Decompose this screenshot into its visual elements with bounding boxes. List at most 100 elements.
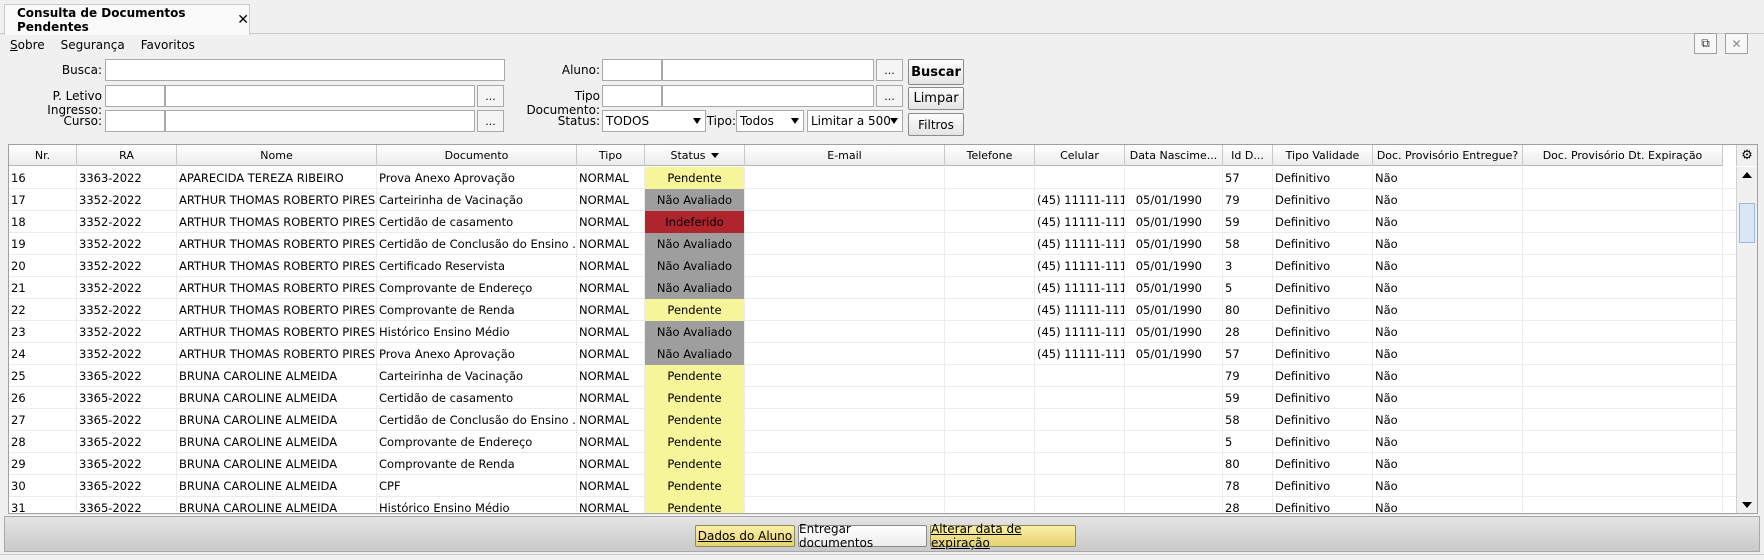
cell-doc: Histórico Ensino Médio — [377, 321, 577, 343]
entregar-documentos-button[interactable]: Entregar documentos — [798, 522, 927, 550]
table-row[interactable]: 29 3365-2022 BRUNA CAROLINE ALMEIDA Comprov… — [9, 453, 1737, 475]
cell-entregue: Não — [1373, 343, 1523, 365]
close-window-icon[interactable]: ✕ — [1725, 33, 1748, 54]
cell-nome: BRUNA CAROLINE ALMEIDA — [177, 387, 377, 409]
table-row[interactable]: 24 3352-2022 ARTHUR THOMAS ROBERTO PIRES Pr… — [9, 343, 1737, 365]
header-doc-provisorio-entregue[interactable]: Doc. Provisório Entregue? — [1373, 145, 1523, 166]
curso-code-input[interactable] — [105, 110, 165, 132]
tipo-select[interactable]: Todos — [736, 110, 804, 132]
cell-nasc: 05/01/1990 — [1125, 211, 1223, 233]
tipodoc-code-input[interactable] — [602, 85, 662, 107]
header-id-documento[interactable]: Id D... — [1223, 145, 1273, 166]
header-email[interactable]: E-mail — [745, 145, 945, 166]
status-select-value: TODOS — [606, 114, 650, 128]
cell-id: 79 — [1223, 189, 1273, 211]
cell-cel: (45) 11111-1111 — [1035, 299, 1125, 321]
header-telefone[interactable]: Telefone — [945, 145, 1035, 166]
cell-ra: 3365-2022 — [77, 409, 177, 431]
cell-doc: Comprovante de Renda — [377, 299, 577, 321]
cell-exp — [1523, 365, 1723, 387]
header-tipo[interactable]: Tipo — [577, 145, 645, 166]
tab-consulta-documentos[interactable]: Consulta de Documentos Pendentes ✕ — [4, 4, 250, 35]
header-tipo-validade[interactable]: Tipo Validade — [1273, 145, 1373, 166]
letivo-code-input[interactable] — [105, 85, 165, 107]
aluno-desc-input[interactable] — [662, 59, 874, 81]
aluno-code-input[interactable] — [602, 59, 662, 81]
status-badge: Não Avaliado — [645, 255, 745, 277]
cell-val: Definitivo — [1273, 431, 1373, 453]
scroll-down-icon[interactable] — [1737, 497, 1757, 513]
limite-select[interactable]: Limitar a 500 — [807, 110, 903, 132]
cell-entregue: Não — [1373, 299, 1523, 321]
header-celular[interactable]: Celular — [1035, 145, 1125, 166]
table-row[interactable]: 31 3365-2022 BRUNA CAROLINE ALMEIDA Históri… — [9, 497, 1737, 513]
cell-tel — [945, 321, 1035, 343]
header-documento-label: Documento — [444, 149, 509, 162]
dados-aluno-button[interactable]: Dados do Aluno — [695, 525, 795, 547]
cell-email — [745, 299, 945, 321]
cell-id: 59 — [1223, 387, 1273, 409]
header-tipo-label: Tipo — [598, 149, 623, 162]
letivo-desc-input[interactable] — [165, 85, 475, 107]
table-row[interactable]: 16 3363-2022 APARECIDA TEREZA RIBEIRO Prova… — [9, 167, 1737, 189]
cell-exp — [1523, 211, 1723, 233]
filtros-button[interactable]: Filtros — [908, 113, 964, 136]
dados-aluno-label: Dados do Aluno — [697, 529, 793, 543]
table-row[interactable]: 21 3352-2022 ARTHUR THOMAS ROBERTO PIRES Co… — [9, 277, 1737, 299]
cell-email — [745, 365, 945, 387]
table-row[interactable]: 26 3365-2022 BRUNA CAROLINE ALMEIDA Certidã… — [9, 387, 1737, 409]
menu-favoritos[interactable]: Favoritos — [141, 38, 195, 52]
tipodoc-desc-input[interactable] — [662, 85, 874, 107]
header-data-nascimento[interactable]: Data Nascime... — [1125, 145, 1223, 166]
cell-tel — [945, 167, 1035, 189]
table-row[interactable]: 25 3365-2022 BRUNA CAROLINE ALMEIDA Carteir… — [9, 365, 1737, 387]
limpar-button[interactable]: Limpar — [908, 87, 964, 110]
header-doc-provisorio-expiracao[interactable]: Doc. Provisório Dt. Expiração — [1523, 145, 1723, 166]
tipodoc-lookup-button[interactable]: ... — [876, 85, 903, 107]
table-row[interactable]: 19 3352-2022 ARTHUR THOMAS ROBERTO PIRES Ce… — [9, 233, 1737, 255]
header-telefone-label: Telefone — [966, 149, 1013, 162]
scroll-thumb[interactable] — [1739, 203, 1755, 243]
header-nr[interactable]: Nr. — [9, 145, 77, 166]
header-documento[interactable]: Documento — [377, 145, 577, 166]
table-row[interactable]: 28 3365-2022 BRUNA CAROLINE ALMEIDA Comprov… — [9, 431, 1737, 453]
alterar-data-expiracao-button[interactable]: Alterar data de expiração — [930, 522, 1076, 550]
cell-id: 5 — [1223, 431, 1273, 453]
cell-nr: 19 — [9, 233, 77, 255]
cell-nr: 31 — [9, 497, 77, 513]
aluno-lookup-button[interactable]: ... — [876, 59, 903, 81]
table-row[interactable]: 23 3352-2022 ARTHUR THOMAS ROBERTO PIRES Hi… — [9, 321, 1737, 343]
menu-sobre[interactable]: Sobre — [10, 38, 45, 52]
table-row[interactable]: 27 3365-2022 BRUNA CAROLINE ALMEIDA Certidã… — [9, 409, 1737, 431]
cell-exp — [1523, 233, 1723, 255]
cell-nasc — [1125, 409, 1223, 431]
status-badge: Não Avaliado — [645, 189, 745, 211]
tab-close-icon[interactable]: ✕ — [237, 12, 249, 28]
header-status[interactable]: Status — [645, 145, 745, 166]
table-row[interactable]: 18 3352-2022 ARTHUR THOMAS ROBERTO PIRES Ce… — [9, 211, 1737, 233]
header-nr-label: Nr. — [34, 149, 51, 162]
header-ra[interactable]: RA — [77, 145, 177, 166]
status-badge: Não Avaliado — [645, 321, 745, 343]
table-row[interactable]: 30 3365-2022 BRUNA CAROLINE ALMEIDA CPF NORM… — [9, 475, 1737, 497]
gear-icon[interactable]: ⚙ — [1736, 145, 1757, 166]
header-nome[interactable]: Nome — [177, 145, 377, 166]
cell-tipo: NORMAL — [577, 211, 645, 233]
curso-desc-input[interactable] — [165, 110, 475, 132]
scroll-up-icon[interactable] — [1737, 167, 1757, 183]
table-row[interactable]: 20 3352-2022 ARTHUR THOMAS ROBERTO PIRES Ce… — [9, 255, 1737, 277]
cell-nr: 22 — [9, 299, 77, 321]
cell-cel: (45) 11111-1111 — [1035, 343, 1125, 365]
cell-id: 57 — [1223, 167, 1273, 189]
busca-input[interactable] — [105, 59, 505, 81]
table-row[interactable]: 22 3352-2022 ARTHUR THOMAS ROBERTO PIRES Co… — [9, 299, 1737, 321]
menu-seguranca[interactable]: Segurança — [61, 38, 125, 52]
detach-window-icon[interactable]: ⧉ — [1694, 33, 1717, 54]
status-select[interactable]: TODOS — [602, 110, 706, 132]
cell-email — [745, 167, 945, 189]
buscar-button[interactable]: Buscar — [908, 59, 964, 85]
table-row[interactable]: 17 3352-2022 ARTHUR THOMAS ROBERTO PIRES Ca… — [9, 189, 1737, 211]
vertical-scrollbar[interactable] — [1736, 167, 1757, 513]
status-badge: Pendente — [645, 365, 745, 387]
cell-exp — [1523, 189, 1723, 211]
